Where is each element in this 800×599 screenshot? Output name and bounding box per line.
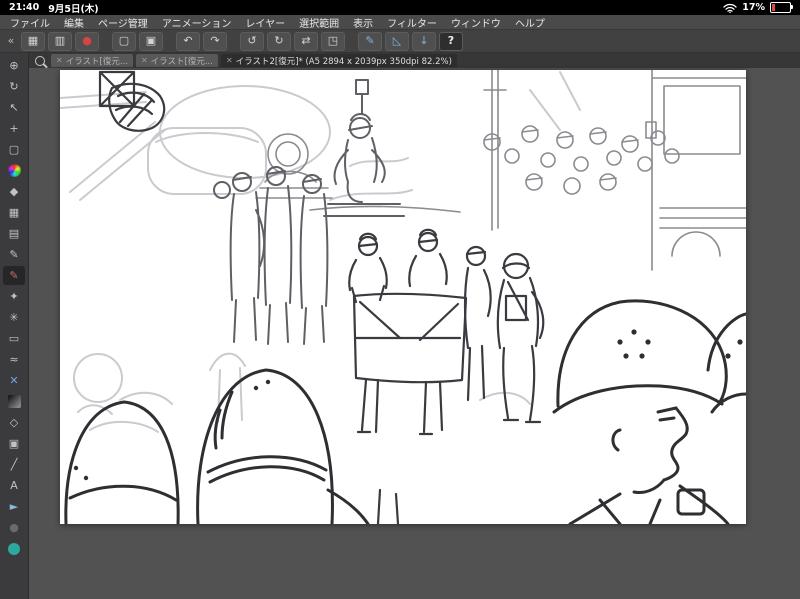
sub-palette-icon[interactable]: ▤ [3,224,25,243]
crop-icon[interactable]: ◳ [321,31,345,51]
zoom-tool-icon[interactable]: ⊕ [3,56,25,75]
command-bar: « ▦ ▥ ● ▢ ▣ ↶ ↷ ↺ ↻ ⇄ ◳ ✎ ◺ ↓ ? [0,30,800,53]
document-area: ✕ イラスト[復元... ✕ イラスト[復元... ✕ イラスト2[復元]* (… [29,53,800,599]
rotate-left-icon[interactable]: ↺ [240,31,264,51]
workspace-icon[interactable]: ▥ [48,31,72,51]
close-tab-icon[interactable]: ✕ [226,56,233,65]
rotate-right-icon[interactable]: ↻ [267,31,291,51]
close-tab-icon[interactable]: ✕ [141,56,148,65]
menu-filter[interactable]: フィルター [387,15,437,30]
help-icon[interactable]: ? [439,31,463,51]
document-tab-bar: ✕ イラスト[復元... ✕ イラスト[復元... ✕ イラスト2[復元]* (… [29,53,800,68]
menu-view[interactable]: 表示 [353,15,373,30]
navigate-tool-icon[interactable]: ↻ [3,77,25,96]
shape-dark-tool-icon[interactable]: ● [3,518,25,537]
menu-window[interactable]: ウィンドウ [451,15,501,30]
tab-label: イラスト2[復元]* (A5 2894 x 2039px 350dpi 82.2… [235,56,452,67]
menu-help[interactable]: ヘルプ [515,15,545,30]
sketch-drawing [59,69,748,526]
menu-layer[interactable]: レイヤー [245,15,285,30]
battery-percent: 17% [742,2,765,13]
menu-animation[interactable]: アニメーション [162,15,232,30]
status-time: 21:40 [9,2,40,13]
figure-tool-icon[interactable]: ◇ [3,413,25,432]
document-tab-1[interactable]: ✕ イラスト[復元... [51,54,133,67]
record-icon[interactable]: ● [75,31,99,51]
gradient-tool-icon[interactable] [3,392,25,411]
content-area: ⊕ ↻ ↖ + ▢ ◆ ▦ ▤ ✎ ✎ ✦ ✳ ▭ ≈ ✕ ◇ ▣ ╱ A ► … [0,53,800,599]
wifi-icon [723,3,737,13]
arrow-pointer-tool-icon[interactable]: ► [3,497,25,516]
status-date: 9月5日(木) [48,3,99,15]
fit-zoom-button[interactable] [32,54,48,67]
document-tab-active[interactable]: ✕ イラスト2[復元]* (A5 2894 x 2039px 350dpi 82… [220,54,457,67]
new-page-icon[interactable]: ▢ [112,31,136,51]
clip-studio-app: 21:40 9月5日(木) 17% ファイル 編集 ページ管理 アニメーション … [0,0,800,599]
pen-tool-icon[interactable]: ✎ [3,245,25,264]
color-set-icon[interactable]: ▦ [3,203,25,222]
tab-label: イラスト[復元... [150,56,213,67]
menu-edit[interactable]: 編集 [64,15,84,30]
menu-selection[interactable]: 選択範囲 [299,15,339,30]
document-tab-2[interactable]: ✕ イラスト[復元... [135,54,218,67]
operation-tool-icon[interactable]: ↖ [3,98,25,117]
decoration-tool-icon[interactable]: ✳ [3,308,25,327]
color-wheel-icon[interactable] [3,161,25,180]
menu-file[interactable]: ファイル [10,15,50,30]
special-teal-tool-icon[interactable] [3,539,25,558]
tool-sidebar: ⊕ ↻ ↖ + ▢ ◆ ▦ ▤ ✎ ✎ ✦ ✳ ▭ ≈ ✕ ◇ ▣ ╱ A ► … [0,53,29,599]
magnifier-icon [35,55,45,66]
battery-icon [770,2,793,13]
add-page-icon[interactable]: ▣ [139,31,163,51]
airbrush-tool-icon[interactable]: ✦ [3,287,25,306]
frame-border-tool-icon[interactable]: ▣ [3,434,25,453]
menu-page-manage[interactable]: ページ管理 [98,15,148,30]
brush-tool-icon[interactable]: ✎ [3,266,25,285]
menu-bar: ファイル 編集 ページ管理 アニメーション レイヤー 選択範囲 表示 フィルター… [0,15,800,30]
close-tab-icon[interactable]: ✕ [56,56,63,65]
redo-icon[interactable]: ↷ [203,31,227,51]
status-bar: 21:40 9月5日(木) 17% [0,0,800,15]
grid-view-icon[interactable]: ▦ [21,31,45,51]
undo-icon[interactable]: ↶ [176,31,200,51]
text-tool-icon[interactable]: A [3,476,25,495]
marquee-select-tool-icon[interactable]: ▢ [3,140,25,159]
collapse-panel-icon[interactable]: « [4,33,18,50]
eraser-tool-icon[interactable]: ▭ [3,329,25,348]
move-tool-icon[interactable]: + [3,119,25,138]
blend-tool-icon[interactable]: ≈ [3,350,25,369]
ruler-icon[interactable]: ◺ [385,31,409,51]
pen-settings-icon[interactable]: ✎ [358,31,382,51]
eyedropper-tool-icon[interactable]: ◆ [3,182,25,201]
flip-horizontal-icon[interactable]: ⇄ [294,31,318,51]
canvas-artwork[interactable] [59,69,748,526]
ruler-tool-icon[interactable]: ╱ [3,455,25,474]
download-icon[interactable]: ↓ [412,31,436,51]
fill-tool-icon[interactable]: ✕ [3,371,25,390]
tab-label: イラスト[復元... [65,56,128,67]
